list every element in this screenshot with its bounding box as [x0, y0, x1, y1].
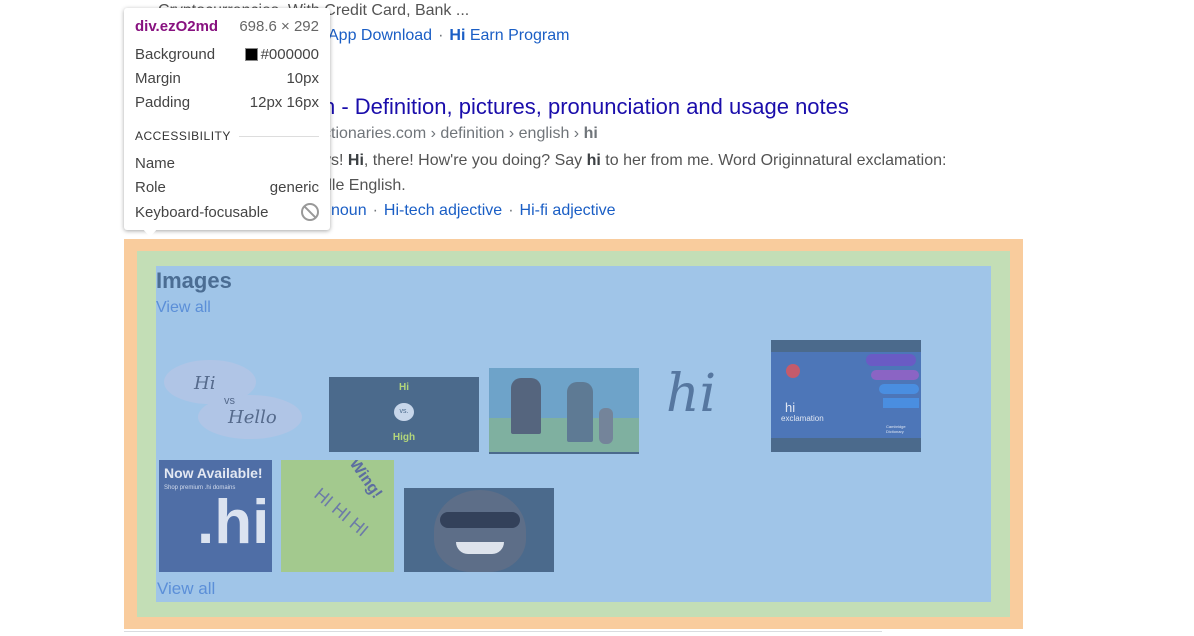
snippet-part: to her from me. Word Originnatural excla…	[600, 152, 947, 169]
tooltip-section-accessibility: ACCESSIBILITY	[135, 129, 319, 143]
tooltip-selector: div.ezO2md	[135, 18, 219, 35]
tooltip-size: 698.6 × 292	[239, 18, 319, 35]
result1-sitelinks: App Download · Hi Earn Program	[328, 27, 569, 45]
tooltip-row-role: Role generic	[135, 179, 319, 196]
image-thumb-person[interactable]	[404, 488, 554, 572]
snippet-part: , there! How're you doing? Say	[363, 152, 587, 169]
tooltip-row-background: Background #000000	[135, 46, 319, 63]
sunglasses	[440, 512, 520, 528]
sitelink-earn-program[interactable]: Earn Program	[470, 27, 570, 44]
snippet-bold: Hi	[347, 152, 364, 169]
not-allowed-icon	[301, 203, 319, 221]
color-swatch	[244, 48, 258, 61]
thumb-text: Hi	[399, 382, 409, 393]
image-thumb-hi-script[interactable]: hi	[646, 360, 766, 440]
url-host: ctionaries.com	[323, 125, 427, 142]
separator-dot: ·	[438, 27, 444, 44]
thumb-text: .hi	[197, 488, 270, 557]
image-thumb-hi-vs-high[interactable]: Hi vs. High	[329, 377, 479, 452]
thumb-text: Hello	[228, 407, 277, 428]
tooltip-value: generic	[269, 179, 319, 196]
sitelink-earn-bold[interactable]: Hi	[449, 27, 465, 44]
tooltip-row-margin: Margin 10px	[135, 70, 319, 87]
shape	[871, 370, 919, 380]
images-heading: Images	[156, 268, 232, 293]
url-path-1: definition	[440, 125, 505, 142]
tooltip-label: Background	[135, 46, 216, 63]
divider	[238, 135, 319, 137]
face	[434, 490, 526, 572]
separator-dot: ·	[508, 202, 514, 219]
sitelink-app-download[interactable]: App Download	[328, 27, 432, 44]
image-thumb-photo-men[interactable]	[489, 368, 639, 454]
thumb-text: vs.	[399, 408, 409, 415]
tooltip-label: Padding	[135, 94, 191, 111]
view-all-bottom-link[interactable]: View all	[157, 579, 215, 599]
tooltip-label: Role	[135, 179, 166, 196]
tooltip-value: 10px	[286, 70, 319, 87]
result2-sublinks: noun · Hi-tech adjective · Hi-fi adjective	[331, 202, 616, 220]
person-figure	[599, 408, 613, 444]
separator-dot: ·	[372, 202, 378, 219]
tooltip-header: div.ezO2md 698.6 × 292	[135, 18, 319, 35]
person-figure	[567, 382, 593, 442]
url-path-2: english	[518, 125, 570, 142]
result2-snippet-line2: dle English.	[323, 177, 406, 194]
flag-icon	[786, 364, 800, 378]
sublink-hi-fi[interactable]: Hi-fi adjective	[520, 202, 616, 219]
view-all-top-link[interactable]: View all	[156, 299, 211, 317]
thumb-text: Hi	[194, 373, 216, 394]
divider	[124, 631, 882, 632]
tooltip-label: Name	[135, 155, 176, 172]
thumb-text: High	[392, 432, 416, 443]
devtools-inspect-tooltip: div.ezO2md 698.6 × 292 Background #00000…	[124, 8, 330, 230]
result2-title[interactable]: h - Definition, pictures, pronunciation …	[323, 94, 849, 120]
tooltip-row-padding: Padding 12px 16px	[135, 94, 319, 111]
thumb-text: hi	[785, 400, 796, 415]
snippet-bold: hi	[586, 152, 601, 169]
image-thumb-hi-vs-hello[interactable]: Hi vs Hello	[158, 355, 308, 443]
tooltip-label: Margin	[135, 70, 181, 87]
thumb-text: Now Available!	[164, 465, 263, 481]
thumb-text: Cambridge Dictionary	[886, 424, 906, 434]
image-thumb-wing-hi[interactable]: Wing! HI HI HI	[281, 460, 394, 572]
sublink-hi-tech[interactable]: Hi-tech adjective	[384, 202, 502, 219]
thumb-text: exclamation	[781, 414, 824, 423]
tooltip-section-title: ACCESSIBILITY	[135, 129, 231, 143]
person-figure	[511, 378, 541, 434]
result2-snippet-line1: ys! Hi, there! How're you doing? Say hi …	[323, 152, 946, 170]
shape	[866, 354, 916, 366]
image-thumb-cambridge[interactable]: hi exclamation Cambridge Dictionary	[771, 340, 921, 452]
tooltip-row-name: Name	[135, 155, 319, 172]
thumb-text: hi	[666, 364, 717, 424]
smile	[456, 542, 504, 554]
shape	[879, 384, 919, 394]
tooltip-value: #000000	[260, 46, 319, 63]
tooltip-label: Keyboard-focusable	[135, 203, 269, 221]
tooltip-arrow	[142, 228, 158, 237]
url-last: hi	[583, 125, 598, 142]
image-thumb-hi-domains[interactable]: Now Available! Shop premium .hi domains …	[159, 460, 272, 572]
result2-url[interactable]: ctionaries.com › definition › english › …	[323, 125, 598, 143]
tooltip-row-keyboard: Keyboard-focusable	[135, 203, 319, 221]
thumb-text: vs	[224, 395, 235, 407]
tooltip-value: 12px 16px	[249, 94, 319, 111]
sublink-noun[interactable]: noun	[331, 202, 367, 219]
thumb-text: Wing!	[345, 460, 386, 502]
shape	[883, 398, 919, 408]
